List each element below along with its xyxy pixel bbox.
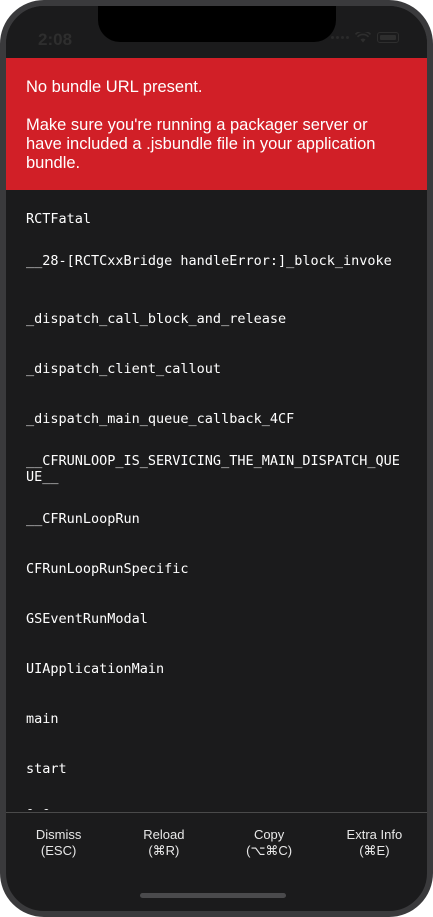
stack-trace[interactable]: RCTFatal __28-[RCTCxxBridge handleError:…: [6, 190, 427, 810]
status-icons: [331, 32, 399, 43]
stack-frame[interactable]: RCTFatal: [26, 211, 401, 227]
status-bar: 2:08: [6, 6, 427, 58]
extra-info-button[interactable]: Extra Info (⌘E): [322, 813, 427, 873]
stack-frame[interactable]: GSEventRunModal: [26, 611, 401, 627]
extra-info-label: Extra Info: [346, 827, 403, 842]
battery-icon: [377, 32, 399, 43]
signal-icon: [331, 36, 349, 39]
home-indicator[interactable]: [140, 893, 286, 898]
status-time: 2:08: [38, 30, 73, 49]
dismiss-shortcut: (ESC): [40, 843, 77, 858]
reload-shortcut: (⌘R): [148, 843, 180, 858]
copy-button[interactable]: Copy (⌥⌘C): [217, 813, 322, 873]
stack-frame[interactable]: __28-[RCTCxxBridge handleError:]_block_i…: [26, 253, 401, 269]
error-message: Make sure you're running a packager serv…: [26, 116, 376, 172]
stack-frame[interactable]: start: [26, 761, 401, 777]
dismiss-button[interactable]: Dismiss (ESC): [6, 813, 111, 873]
phone-screen: 2:08 No bundle URL present. Make sure yo…: [0, 0, 433, 917]
stack-frame[interactable]: main: [26, 711, 401, 727]
device-frame: 2:08 No bundle URL present. Make sure yo…: [0, 0, 433, 917]
stack-frame[interactable]: __CFRUNLOOP_IS_SERVICING_THE_MAIN_DISPAT…: [26, 453, 401, 485]
notch: [98, 6, 336, 42]
stack-frame[interactable]: 0x0: [26, 807, 401, 810]
error-banner: No bundle URL present. Make sure you're …: [6, 58, 427, 190]
error-title: No bundle URL present.: [26, 78, 203, 96]
copy-label: Copy: [253, 827, 285, 842]
stack-frame[interactable]: _dispatch_client_callout: [26, 361, 401, 377]
dismiss-label: Dismiss: [35, 827, 82, 842]
copy-shortcut: (⌥⌘C): [246, 843, 293, 858]
stack-frame[interactable]: _dispatch_call_block_and_release: [26, 311, 401, 327]
reload-label: Reload: [143, 827, 185, 842]
stack-frame[interactable]: CFRunLoopRunSpecific: [26, 561, 401, 577]
extra-info-shortcut: (⌘E): [359, 843, 390, 858]
wifi-icon: [355, 32, 371, 43]
stack-frame[interactable]: UIApplicationMain: [26, 661, 401, 677]
redbox-toolbar: Dismiss (ESC) Reload (⌘R) Copy (⌥⌘C) Ext…: [6, 812, 427, 873]
stack-frame[interactable]: __CFRunLoopRun: [26, 511, 401, 527]
stack-frame[interactable]: _dispatch_main_queue_callback_4CF: [26, 411, 401, 427]
reload-button[interactable]: Reload (⌘R): [111, 813, 216, 873]
